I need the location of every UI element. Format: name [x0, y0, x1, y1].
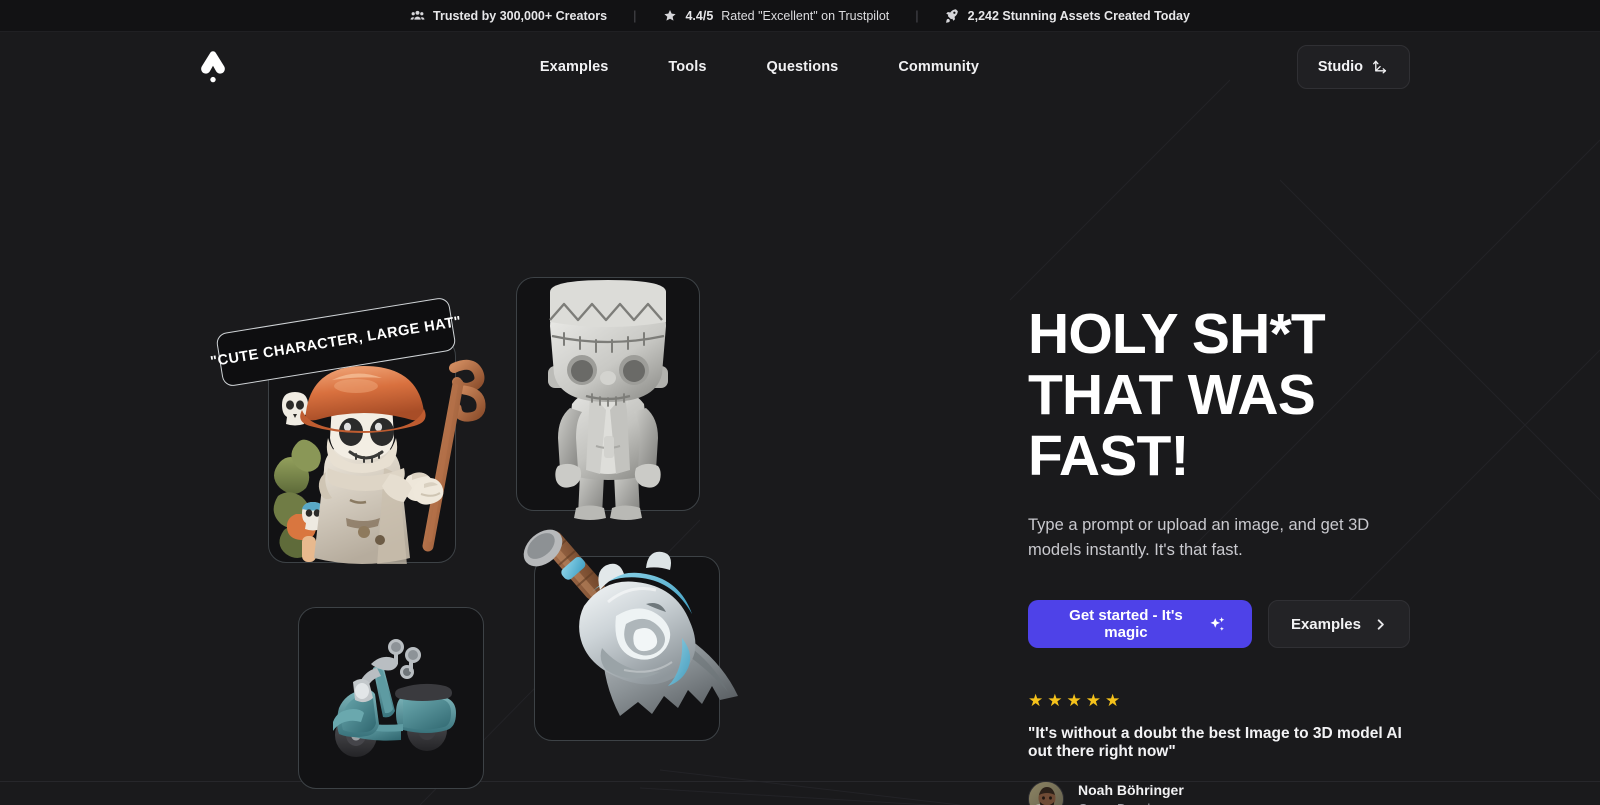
- axes-3d-icon: [1372, 59, 1389, 76]
- announcement-text-assets: 2,242 Stunning Assets Created Today: [967, 8, 1190, 23]
- teal-scooter-art: [317, 634, 469, 764]
- star-icon: ★: [1085, 691, 1101, 711]
- examples-button-label: Examples: [1290, 615, 1361, 633]
- testimonial-author: Noah Böhringer Game Developer: [1028, 781, 1410, 805]
- star-icon: ★: [1105, 691, 1121, 711]
- announcement-text-trustpilot: Rated "Excellent" on Trustpilot: [721, 8, 890, 23]
- studio-button[interactable]: Studio: [1296, 45, 1410, 89]
- testimonial-author-name: Noah Böhringer: [1078, 782, 1184, 799]
- main-navigation: Examples Tools Questions Community Studi…: [0, 32, 1600, 102]
- announcement-item-assets: 2,242 Stunning Assets Created Today: [945, 8, 1190, 23]
- hero-copy: HOLY SH*T THAT WAS FAST! Type a prompt o…: [886, 102, 1410, 805]
- scooter-card[interactable]: [298, 607, 484, 789]
- hero-subtitle: Type a prompt or upload an image, and ge…: [1028, 515, 1370, 559]
- star-icon: ★: [1047, 691, 1063, 711]
- axe-card[interactable]: [534, 556, 720, 741]
- rocket-icon: [945, 8, 960, 23]
- nav-links: Examples Tools Questions Community: [222, 59, 1297, 75]
- nav-link-community[interactable]: Community: [898, 59, 979, 75]
- get-started-button-label: Get started - It's magic: [1069, 607, 1183, 642]
- scooter-card-inner: [299, 608, 483, 788]
- announcement-item-creators: Trusted by 300,000+ Creators: [410, 8, 607, 23]
- get-started-button[interactable]: Get started - It's magic: [1028, 600, 1252, 649]
- star-icon: ★: [1066, 691, 1082, 711]
- examples-button[interactable]: Examples: [1267, 600, 1410, 649]
- nav-link-tools[interactable]: Tools: [668, 59, 706, 75]
- sparkles-icon: [1209, 616, 1226, 633]
- announcement-separator-2: |: [915, 8, 919, 23]
- testimonial-author-info: Noah Böhringer Game Developer: [1078, 782, 1184, 805]
- frankenstein-card[interactable]: [516, 277, 700, 511]
- announcement-text-creators: Trusted by 300,000+ Creators: [433, 8, 608, 23]
- cta-row: Get started - It's magic Examples: [1028, 600, 1410, 649]
- axe-card-inner: [535, 557, 719, 740]
- chevron-right-icon: [1374, 618, 1387, 631]
- announcement-bar: Trusted by 300,000+ Creators | 4.4/5 Rat…: [0, 0, 1600, 32]
- hero-section: "CUTE CHARACTER, LARGE HAT" HOLY SH*T TH…: [0, 102, 1600, 805]
- star-icon: ★: [1028, 691, 1044, 711]
- users-icon: [410, 8, 425, 23]
- nav-link-questions[interactable]: Questions: [767, 59, 839, 75]
- testimonial-author-role: Game Developer: [1078, 801, 1184, 805]
- announcement-separator-1: |: [633, 8, 637, 23]
- studio-button-label: Studio: [1317, 59, 1363, 75]
- frankenstein-card-inner: [517, 278, 699, 510]
- trustpilot-score: 4.4/5: [685, 8, 714, 23]
- nav-link-examples[interactable]: Examples: [540, 59, 609, 75]
- rating-stars: ★ ★ ★ ★ ★: [1028, 692, 1410, 709]
- star-icon: [662, 8, 677, 23]
- testimonial-quote: "It's without a doubt the best Image to …: [1028, 725, 1402, 761]
- hero-collage: "CUTE CHARACTER, LARGE HAT": [196, 102, 886, 802]
- announcement-item-trustpilot: 4.4/5 Rated "Excellent" on Trustpilot: [662, 8, 889, 23]
- avatar: [1028, 781, 1064, 805]
- page-title: HOLY SH*T THAT WAS FAST!: [1028, 302, 1326, 488]
